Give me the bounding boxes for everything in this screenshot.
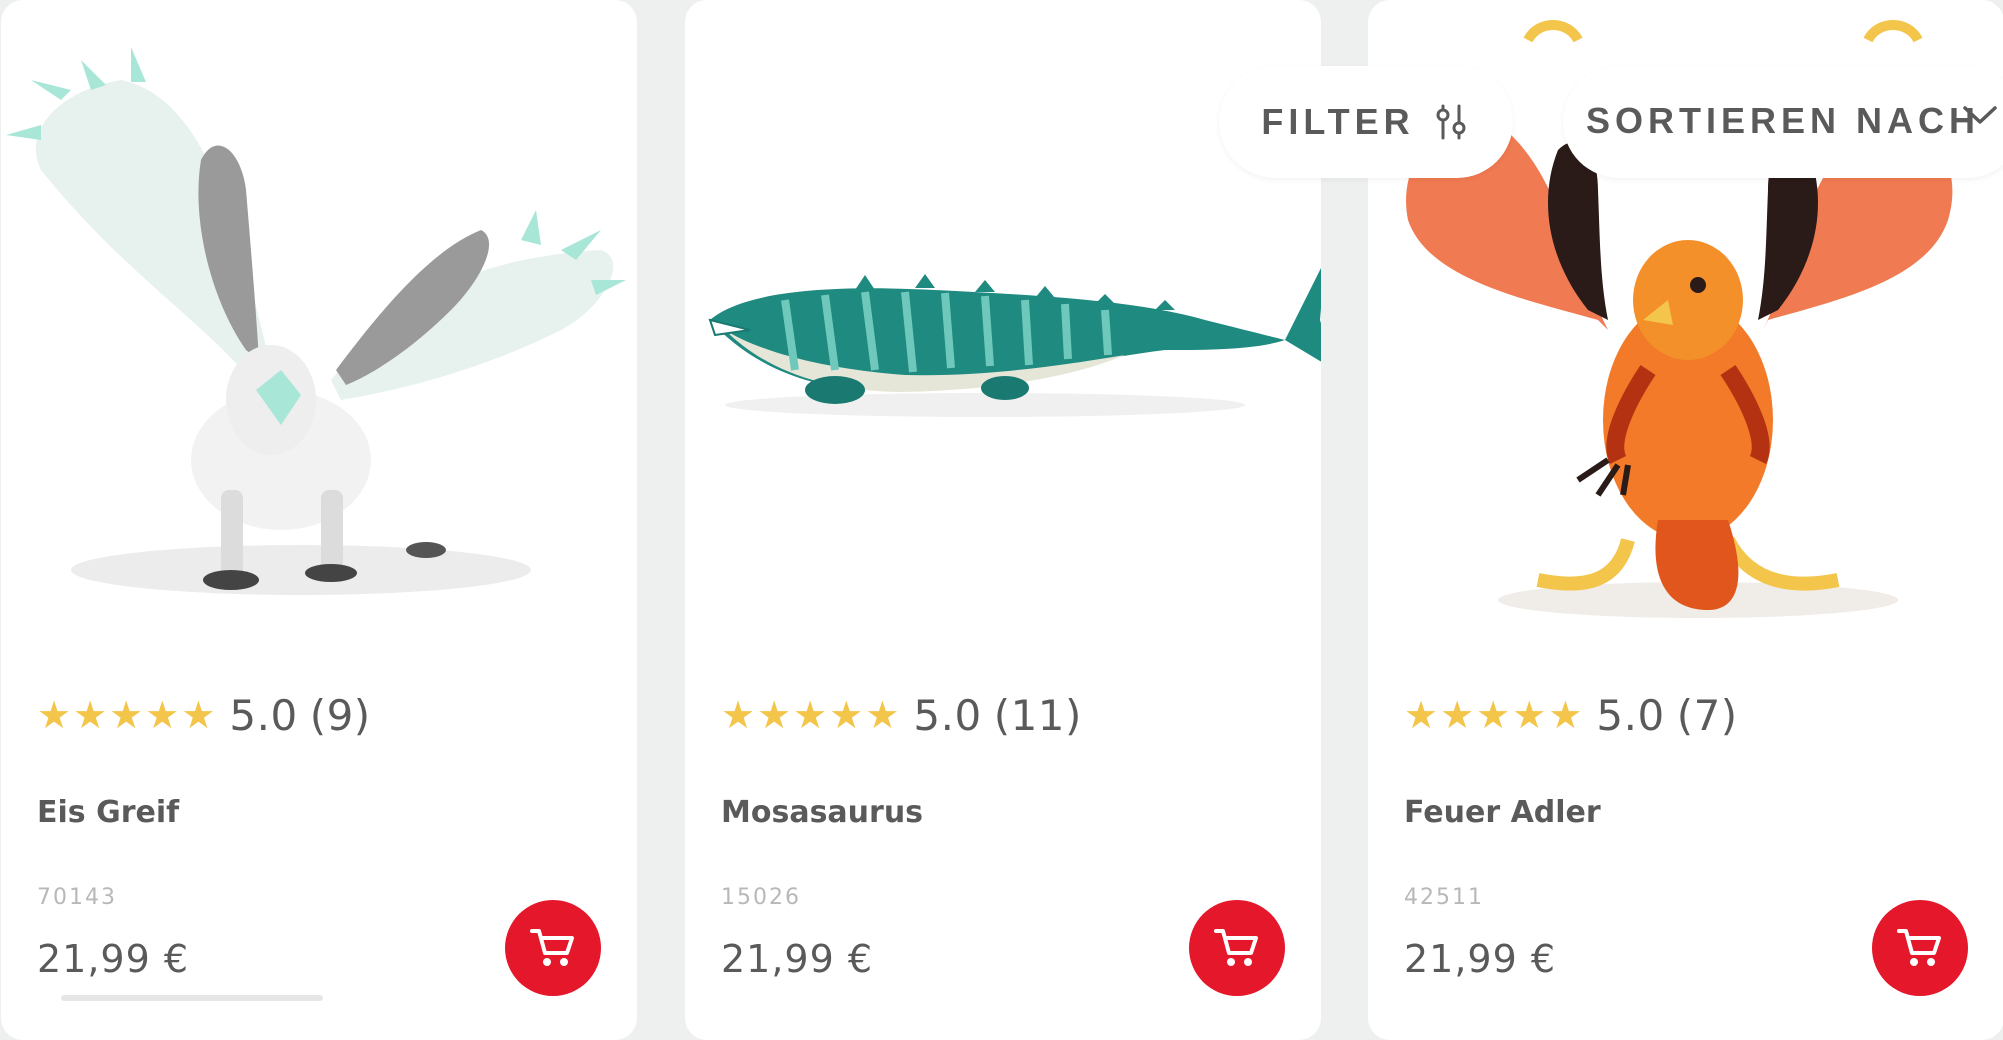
- product-grid: ★ ★ ★ ★ ★ 5.0 (9) Eis Greif 70143 21,99 …: [0, 0, 2003, 1040]
- rating-value: 5.0: [913, 690, 982, 740]
- product-sku: 42511: [1404, 885, 1484, 910]
- sort-label: SORTIEREN NACH: [1585, 100, 1981, 141]
- product-price: 21,99 €: [721, 937, 874, 981]
- product-name[interactable]: Mosasaurus: [721, 795, 923, 830]
- star-icon: ★: [1440, 693, 1475, 737]
- rating-stars: ★ ★ ★ ★ ★: [1404, 696, 1582, 734]
- cart-icon: [1214, 929, 1258, 966]
- star-icon: ★: [37, 693, 72, 737]
- divider: [61, 995, 323, 1001]
- star-icon: ★: [181, 693, 216, 737]
- star-icon: ★: [793, 693, 828, 737]
- star-icon: ★: [73, 693, 108, 737]
- product-name[interactable]: Eis Greif: [37, 795, 179, 830]
- cart-icon: [1897, 929, 1941, 966]
- add-to-cart-button[interactable]: [1189, 900, 1285, 996]
- rating-value: 5.0: [229, 690, 298, 740]
- add-to-cart-button[interactable]: [505, 900, 601, 996]
- rating-count: (7): [1676, 690, 1738, 740]
- product-card[interactable]: ★ ★ ★ ★ ★ 5.0 (11) Mosasaurus 15026 21,9…: [685, 0, 1321, 1040]
- star-icon: ★: [865, 693, 900, 737]
- product-rating: ★ ★ ★ ★ ★ 5.0 (11): [721, 690, 1082, 740]
- star-icon: ★: [1404, 693, 1439, 737]
- rating-count: (9): [309, 690, 371, 740]
- product-sku: 70143: [37, 885, 117, 910]
- star-icon: ★: [109, 693, 144, 737]
- star-icon: ★: [721, 693, 756, 737]
- product-rating: ★ ★ ★ ★ ★ 5.0 (9): [37, 690, 371, 740]
- product-sku: 15026: [721, 885, 801, 910]
- product-price: 21,99 €: [37, 937, 190, 981]
- rating-count: (11): [993, 690, 1082, 740]
- product-rating: ★ ★ ★ ★ ★ 5.0 (7): [1404, 690, 1738, 740]
- star-icon: ★: [145, 693, 180, 737]
- product-price: 21,99 €: [1404, 937, 1557, 981]
- chevron-down-icon: [1963, 106, 1997, 124]
- star-icon: ★: [757, 693, 792, 737]
- product-image-ice-griffin[interactable]: [1, 20, 637, 640]
- filter-label: FILTER: [1261, 101, 1415, 142]
- rating-value: 5.0: [1596, 690, 1665, 740]
- star-icon: ★: [1476, 693, 1511, 737]
- sliders-icon: [1436, 104, 1466, 140]
- rating-stars: ★ ★ ★ ★ ★: [37, 696, 215, 734]
- sort-dropdown[interactable]: SORTIEREN NACH: [1563, 66, 2003, 178]
- star-icon: ★: [1512, 693, 1547, 737]
- star-icon: ★: [1548, 693, 1583, 737]
- rating-stars: ★ ★ ★ ★ ★: [721, 696, 899, 734]
- filter-button[interactable]: FILTER: [1219, 66, 1513, 178]
- product-name[interactable]: Feuer Adler: [1404, 795, 1601, 830]
- add-to-cart-button[interactable]: [1872, 900, 1968, 996]
- cart-icon: [530, 929, 574, 966]
- ice-griffin-illustration: [6, 47, 626, 595]
- star-icon: ★: [829, 693, 864, 737]
- product-card[interactable]: ★ ★ ★ ★ ★ 5.0 (9) Eis Greif 70143 21,99 …: [1, 0, 637, 1040]
